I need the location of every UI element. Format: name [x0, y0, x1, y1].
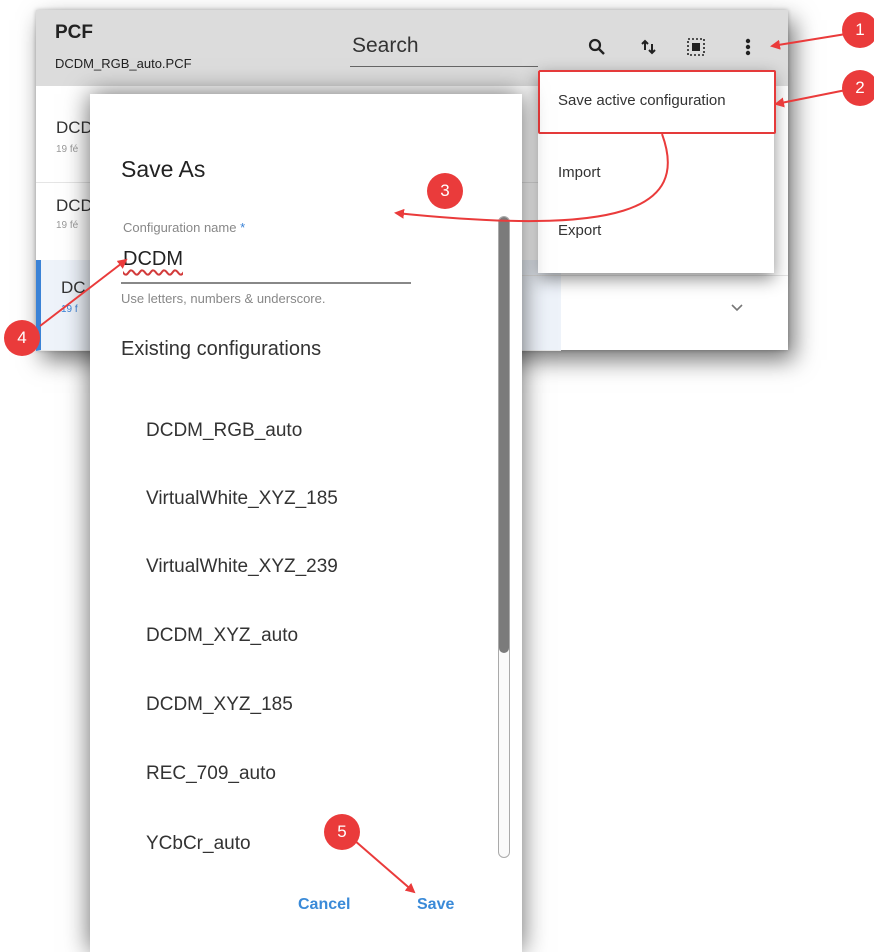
callout-badge-3: 3: [427, 173, 463, 209]
menu-item-export[interactable]: Export: [558, 222, 601, 239]
more-vert-icon[interactable]: [736, 34, 760, 60]
configuration-name-value: DCDM: [123, 248, 183, 270]
sort-icon[interactable]: [637, 34, 661, 60]
list-item-title: DC: [61, 278, 86, 297]
callout-badge-1: 1: [842, 12, 874, 48]
cancel-button[interactable]: Cancel: [298, 896, 350, 914]
callout-badge-4: 4: [4, 320, 40, 356]
menu-item-save-active-configuration[interactable]: Save active configuration: [558, 92, 726, 109]
configuration-list-item[interactable]: DCDM_RGB_auto: [146, 420, 302, 442]
search-placeholder: Search: [352, 34, 419, 57]
required-mark: *: [240, 220, 246, 235]
select-all-icon[interactable]: [684, 34, 708, 60]
search-input[interactable]: Search: [350, 32, 538, 67]
list-item-date: 19 fé: [56, 144, 79, 155]
configuration-list-item[interactable]: VirtualWhite_XYZ_185: [146, 488, 338, 510]
list-item-title: DCD: [56, 196, 93, 215]
configuration-list-item[interactable]: YCbCr_auto: [146, 833, 251, 855]
dialog-title: Save As: [121, 156, 206, 182]
configuration-name-label: Configuration name *: [123, 220, 245, 235]
configuration-list-item[interactable]: DCDM_XYZ_auto: [146, 625, 298, 647]
configuration-list-item[interactable]: VirtualWhite_XYZ_239: [146, 556, 338, 578]
overflow-menu: Save active configuration Import Export: [538, 70, 776, 273]
active-file-name: DCDM_RGB_auto.PCF: [55, 56, 192, 71]
list-item-title: DCD: [56, 118, 93, 137]
field-hint: Use letters, numbers & underscore.: [121, 291, 326, 306]
save-as-dialog: Save As Configuration name * DCDM Use le…: [90, 94, 522, 952]
list-item-date: 19 fé: [56, 220, 79, 231]
search-icon[interactable]: [585, 34, 609, 60]
divider: [516, 275, 788, 276]
app-title: PCF: [55, 22, 93, 43]
menu-item-import[interactable]: Import: [558, 164, 601, 181]
configuration-name-input[interactable]: DCDM: [121, 244, 411, 284]
chevron-down-icon[interactable]: [730, 300, 744, 316]
callout-badge-5: 5: [324, 814, 360, 850]
configuration-list-item[interactable]: DCDM_XYZ_185: [146, 694, 293, 716]
configuration-list-item[interactable]: REC_709_auto: [146, 763, 276, 785]
field-label-text: Configuration name: [123, 220, 237, 235]
existing-configurations-heading: Existing configurations: [121, 338, 322, 360]
save-button[interactable]: Save: [417, 896, 454, 914]
scrollbar[interactable]: [498, 216, 510, 858]
scrollbar-thumb[interactable]: [499, 217, 509, 653]
list-item-date: 19 f: [61, 304, 78, 315]
callout-badge-2: 2: [842, 70, 874, 106]
